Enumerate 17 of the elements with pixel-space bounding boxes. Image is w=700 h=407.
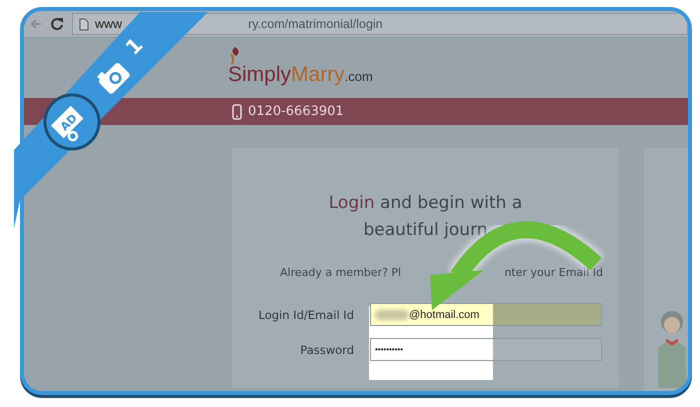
field-label: Password xyxy=(299,342,355,356)
url-end[interactable]: ry.com/matrimonial/login xyxy=(248,17,383,31)
field-label: Login Id/Email Id xyxy=(258,308,355,322)
url-start[interactable]: www xyxy=(95,17,122,31)
phone-icon xyxy=(232,104,242,120)
member-text: nter your Email Id xyxy=(504,266,603,279)
badge-icon: AD xyxy=(44,94,100,150)
phone-number: 0120-6663901 xyxy=(248,104,344,119)
blurred-text xyxy=(375,310,409,320)
reload-icon[interactable] xyxy=(50,17,64,31)
page-icon xyxy=(79,18,89,30)
login-heading: Login and begin with a beautiful journ xyxy=(328,192,522,242)
member-text: Already a member? Pl xyxy=(280,266,402,279)
password-field[interactable]: •••••••••• xyxy=(370,338,602,361)
email-field[interactable]: @hotmail.com xyxy=(370,303,602,326)
step-number: 1 xyxy=(120,32,148,60)
site-logo[interactable]: SimplyMarry.com xyxy=(228,46,373,90)
